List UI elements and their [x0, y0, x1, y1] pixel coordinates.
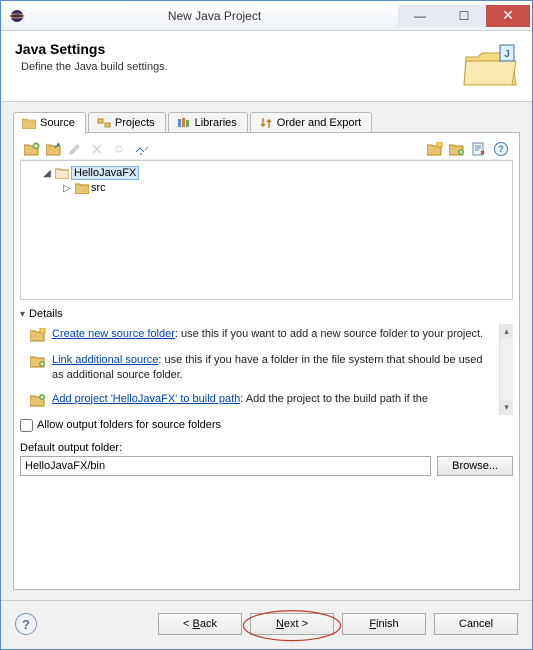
src-node[interactable]: ▷ src [23, 181, 510, 195]
add-project-icon [30, 393, 46, 409]
edit-icon [68, 141, 84, 157]
tab-label: Order and Export [277, 117, 361, 129]
filter-icon[interactable] [471, 141, 487, 157]
details-scrollbar[interactable]: ▴ ▾ [499, 324, 513, 415]
new-source-folder-icon[interactable] [427, 141, 443, 157]
tab-label: Projects [115, 117, 155, 129]
allow-output-checkbox[interactable] [20, 419, 33, 432]
detail-link-source: Link additional source: use this if you … [20, 350, 497, 389]
svg-text:?: ? [498, 144, 504, 154]
link-source-icon [30, 354, 46, 370]
detail-add-project: Add project 'HelloJavaFX' to build path:… [20, 389, 497, 415]
content-area: Source Projects Libraries Order and Expo… [1, 102, 532, 600]
project-node[interactable]: ◢ HelloJavaFX [23, 165, 510, 181]
scroll-down-icon[interactable]: ▾ [500, 401, 513, 415]
tab-order-export[interactable]: Order and Export [250, 112, 372, 133]
create-folder-icon [30, 328, 46, 344]
tab-panel: ? ◢ HelloJavaFX ▷ src ▾ Details [13, 132, 520, 590]
project-icon [55, 167, 69, 179]
projects-icon [97, 117, 111, 129]
libraries-icon [177, 117, 191, 129]
wizard-window: New Java Project — ☐ ✕ Java Settings Def… [0, 0, 533, 650]
minimize-button[interactable]: — [398, 5, 442, 27]
source-toolbar: ? [20, 139, 513, 160]
wizard-footer: ? < Back Next > Finish Cancel [1, 600, 532, 649]
next-button[interactable]: Next > [250, 613, 334, 635]
tab-label: Source [40, 117, 75, 129]
allow-output-label: Allow output folders for source folders [37, 419, 221, 431]
help-icon[interactable]: ? [493, 141, 509, 157]
maximize-button[interactable]: ☐ [442, 5, 486, 27]
expander-open-icon[interactable]: ◢ [41, 167, 53, 179]
chevron-down-icon: ▾ [20, 309, 25, 320]
src-folder-icon [75, 182, 89, 194]
tab-libraries[interactable]: Libraries [168, 112, 248, 133]
details-toggle[interactable]: ▾ Details [20, 308, 513, 320]
cancel-button[interactable]: Cancel [434, 613, 518, 635]
source-folder-icon [22, 117, 36, 129]
eclipse-icon [9, 8, 25, 24]
order-icon [259, 117, 273, 129]
src-label: src [91, 182, 106, 194]
close-button[interactable]: ✕ [486, 5, 530, 27]
titlebar: New Java Project — ☐ ✕ [1, 1, 532, 31]
tabs: Source Projects Libraries Order and Expo… [13, 112, 520, 133]
finish-button[interactable]: Finish [342, 613, 426, 635]
detail-create-source: Create new source folder: use this if yo… [20, 324, 497, 350]
project-label: HelloJavaFX [71, 166, 139, 180]
add-project-link[interactable]: Add project 'HelloJavaFX' to build path [52, 393, 240, 405]
configure-icon [112, 141, 128, 157]
back-button[interactable]: < Back [158, 613, 242, 635]
detail-text: : use this if you want to add a new sour… [175, 328, 483, 340]
banner-heading: Java Settings [15, 41, 462, 57]
banner-subheading: Define the Java build settings. [15, 61, 462, 73]
expander-closed-icon[interactable]: ▷ [61, 182, 73, 194]
default-output-label: Default output folder: [20, 442, 513, 454]
banner: Java Settings Define the Java build sett… [1, 31, 532, 102]
toggle-icon[interactable] [134, 141, 150, 157]
detail-text: : Add the project to the build path if t… [240, 393, 428, 405]
tab-label: Libraries [195, 117, 237, 129]
svg-text:J: J [504, 49, 510, 60]
link-source-link[interactable]: Link additional source [52, 354, 158, 366]
help-button[interactable]: ? [15, 613, 37, 635]
create-source-link[interactable]: Create new source folder [52, 328, 175, 340]
tab-source[interactable]: Source [13, 112, 86, 133]
details-heading: Details [29, 308, 63, 320]
add-folder-icon[interactable] [24, 141, 40, 157]
tab-projects[interactable]: Projects [88, 112, 166, 133]
default-output-input[interactable] [20, 456, 431, 476]
details-panel: Create new source folder: use this if yo… [20, 324, 513, 415]
remove-icon [90, 141, 106, 157]
source-tree[interactable]: ◢ HelloJavaFX ▷ src [20, 160, 513, 300]
window-title: New Java Project [31, 9, 398, 23]
scroll-up-icon[interactable]: ▴ [500, 324, 513, 338]
folder-java-icon: J [462, 41, 518, 89]
browse-button[interactable]: Browse... [437, 456, 513, 476]
link-folder-icon[interactable] [46, 141, 62, 157]
add-path-icon[interactable] [449, 141, 465, 157]
